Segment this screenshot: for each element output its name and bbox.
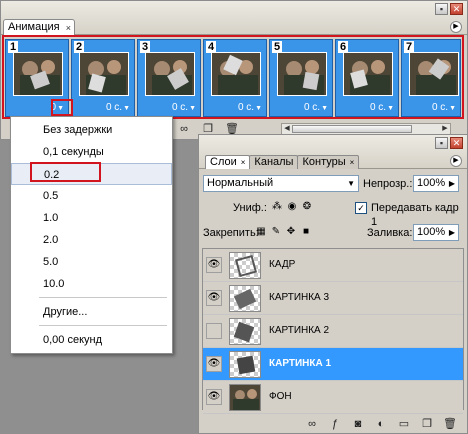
minimize-icon[interactable]: ▪ [435,3,448,15]
tab-label: Слои [210,156,237,168]
new-layer-icon[interactable]: ❐ [420,417,434,431]
layer-row[interactable]: 👁 КАДР [203,249,463,282]
eye-icon[interactable]: 👁 [206,290,222,306]
lock-transparency-icon[interactable]: ▦ [255,226,267,238]
propagate-checkbox[interactable]: ✓ [355,202,367,214]
menu-item-no-delay[interactable]: Без задержки [11,119,172,141]
tab-animation-label: Анимация [8,21,60,33]
chevron-right-icon: ▶ [448,228,455,237]
layer-thumbnail [229,351,261,378]
menu-item-other[interactable]: Другие... [11,301,172,323]
unify-style-icon[interactable]: ❂ [301,201,313,213]
layers-tabs: Слои × Каналы Контуры × [205,155,360,169]
layers-panel-header: ▪ ✕ Слои × Каналы Контуры × ▶ [199,135,467,169]
scroll-left-icon[interactable]: ◀ [282,124,292,134]
fill-value: 100% [417,226,446,238]
opacity-label: Непрозр.: [363,178,413,190]
menu-separator [39,297,167,298]
unify-label: Униф.: [233,202,267,214]
picture-icon [236,355,256,375]
adjustment-layer-icon[interactable]: ◐ [374,417,388,431]
eye-hidden-icon[interactable] [206,323,222,339]
layer-row[interactable]: 👁 КАРТИНКА 3 [203,282,463,315]
close-window-icon[interactable]: ✕ [450,3,463,15]
minimize-icon[interactable]: ▪ [435,137,448,149]
unify-position-icon[interactable]: ⁂ [271,201,283,213]
layers-footer: ∞ ƒ ◙ ◐ ▭ ❐ 🗑 [199,415,467,433]
menu-item-0-1[interactable]: 0,1 секунды [11,141,172,163]
layers-list: 👁 КАДР 👁 КАРТИНКА 3 КАРТИНКА 2 👁 КАРТИНК… [202,248,464,414]
highlight-menu-item [30,162,101,182]
chevron-right-icon: ▶ [448,179,455,188]
close-icon[interactable]: × [241,158,246,167]
tab-channels[interactable]: Каналы [249,155,299,169]
scrollbar-thumb[interactable] [292,125,412,133]
animation-panel-header: Анимация × ▪ ✕ ▶ [1,1,467,35]
frame-shape-icon [234,254,258,278]
menu-item-1-0[interactable]: 1.0 [11,207,172,229]
lock-all-icon[interactable]: ■ [300,226,312,238]
layer-thumbnail [229,252,261,279]
tab-paths[interactable]: Контуры × [297,155,360,169]
picture-icon [233,321,255,343]
blend-mode-select[interactable]: Нормальный ▼ [203,175,359,192]
fill-label: Заливка: [367,227,413,239]
frame-delay-menu: Без задержки 0,1 секунды 0.2 0.5 1.0 2.0… [10,116,173,354]
layer-mask-icon[interactable]: ◙ [351,417,365,431]
opacity-value: 100% [417,177,446,189]
panel-menu-icon[interactable]: ▶ [450,21,462,33]
layer-name: КАРТИНКА 2 [269,325,330,336]
lock-pixels-icon[interactable]: ✎ [270,226,282,238]
tab-animation[interactable]: Анимация × [3,19,75,35]
photo-thumbnail-icon [230,385,260,410]
tween-icon[interactable]: ∞ [177,122,191,136]
close-icon[interactable]: × [66,21,71,35]
layer-thumbnail [229,318,261,345]
layer-row[interactable]: КАРТИНКА 2 [203,315,463,348]
lock-label: Закрепить: [203,227,259,239]
close-window-icon[interactable]: ✕ [450,137,463,149]
layer-name: КАДР [269,259,296,270]
scroll-right-icon[interactable]: ▶ [440,124,450,134]
opacity-input[interactable]: 100% ▶ [413,175,459,192]
tab-label: Контуры [302,156,346,168]
layer-row-selected[interactable]: 👁 КАРТИНКА 1 [203,348,463,381]
menu-item-10-0[interactable]: 10.0 [11,273,172,295]
menu-separator [39,325,167,326]
chevron-down-icon: ▼ [347,179,355,188]
layer-row[interactable]: 👁 ФОН [203,381,463,414]
fill-input[interactable]: 100% ▶ [413,224,459,241]
layer-style-icon[interactable]: ƒ [328,417,342,431]
eye-icon[interactable]: 👁 [206,257,222,273]
menu-item-current[interactable]: 0,00 секунд [11,329,172,351]
menu-item-0-5[interactable]: 0.5 [11,185,172,207]
lock-position-icon[interactable]: ✥ [285,226,297,238]
layer-name: КАРТИНКА 1 [269,358,332,369]
new-group-icon[interactable]: ▭ [397,417,411,431]
menu-item-5-0[interactable]: 5.0 [11,251,172,273]
tab-label: Каналы [254,156,294,168]
layer-thumbnail [229,285,261,312]
highlight-delay-arrow [51,99,73,116]
blend-mode-value: Нормальный [207,177,274,189]
layer-thumbnail [229,384,261,411]
link-layers-icon[interactable]: ∞ [305,417,319,431]
unify-icons: ⁂ ◉ ❂ [271,201,313,213]
window-controls: ▪ ✕ [435,137,463,149]
picture-icon [233,288,257,310]
layers-panel: ▪ ✕ Слои × Каналы Контуры × ▶ Нормальный ▼… [198,134,468,434]
eye-icon[interactable]: 👁 [206,356,222,372]
layer-name: КАРТИНКА 3 [269,292,330,303]
close-icon[interactable]: × [350,158,355,167]
trash-icon[interactable]: 🗑 [443,417,457,431]
tab-layers[interactable]: Слои × [205,155,251,169]
menu-item-2-0[interactable]: 2.0 [11,229,172,251]
eye-icon[interactable]: 👁 [206,389,222,405]
window-controls: ▪ ✕ [435,3,463,15]
lock-icons: ▦ ✎ ✥ ■ [255,226,312,238]
panel-menu-icon[interactable]: ▶ [450,155,462,167]
layer-name: ФОН [269,391,292,402]
unify-visibility-icon[interactable]: ◉ [286,201,298,213]
